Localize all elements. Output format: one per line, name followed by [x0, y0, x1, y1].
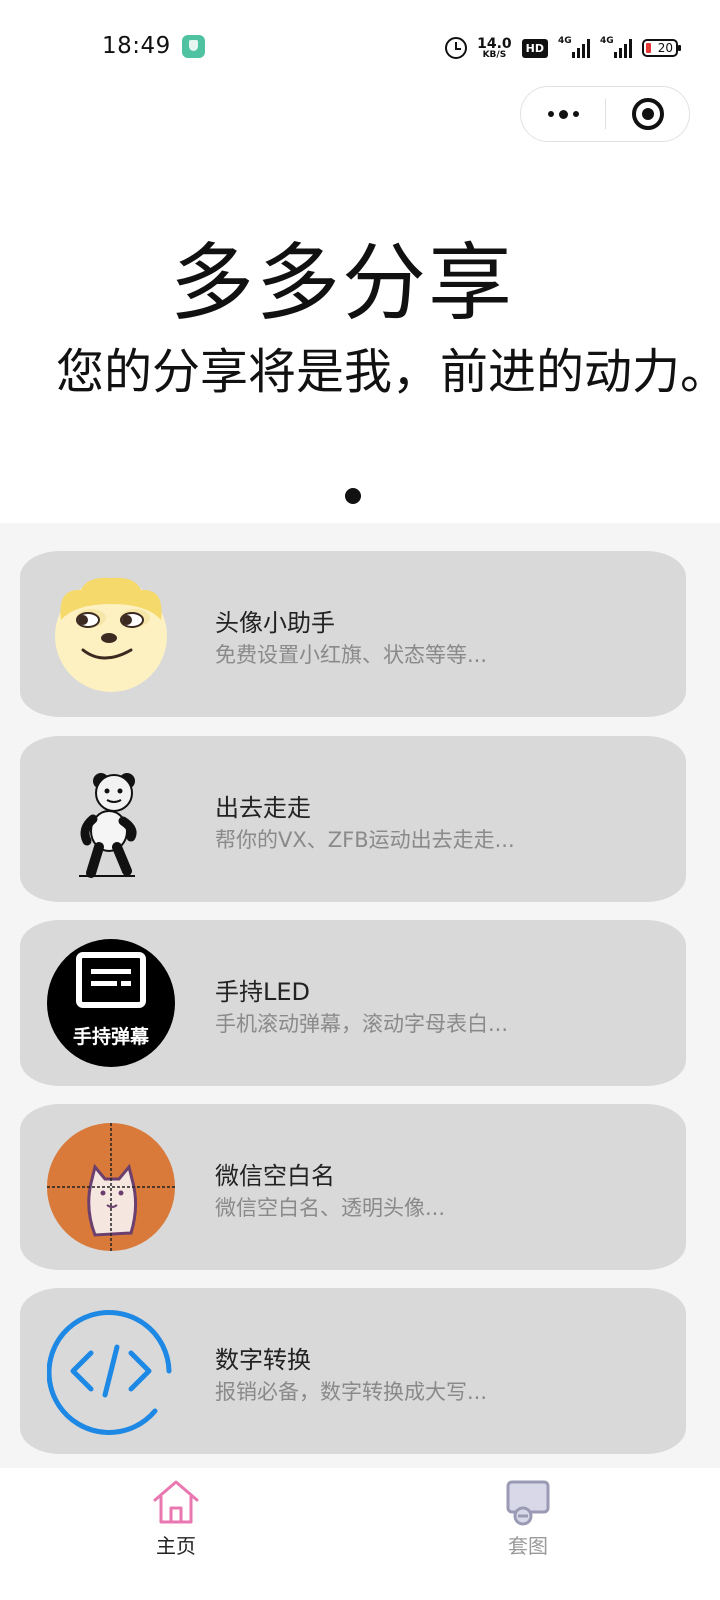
status-time: 18:49 — [102, 33, 171, 59]
led-danmaku-icon: 手持弹幕 — [47, 939, 175, 1067]
tab-gallery[interactable]: 套图 — [468, 1478, 588, 1588]
alarm-icon — [445, 37, 468, 59]
tool-desc: 报销必备，数字转换成大写... — [215, 1380, 488, 1404]
bottom-tab-bar: 主页 套图 — [0, 1468, 720, 1600]
tool-title: 数字转换 — [215, 1346, 311, 1374]
target-close-icon[interactable] — [606, 87, 689, 141]
security-shield-icon — [182, 35, 205, 58]
signal-tag: 4G — [600, 36, 614, 46]
hd-voice-badge: HD — [521, 38, 548, 58]
signal-icon: 4G — [600, 36, 632, 58]
tool-card-blank-name[interactable]: 微信空白名 微信空白名、透明头像... — [20, 1104, 686, 1270]
more-dots-icon[interactable] — [521, 87, 605, 141]
tool-card-avatar-helper[interactable]: 头像小助手 免费设置小红旗、状态等等... — [20, 551, 686, 717]
code-brackets-icon — [47, 1310, 172, 1435]
banner-title: 多多分享 — [170, 234, 515, 332]
tool-desc: 帮你的VX、ZFB运动出去走走... — [215, 828, 515, 852]
home-icon — [153, 1480, 199, 1524]
tool-card-handheld-led[interactable]: 手持弹幕 手持LED 手机滚动弹幕，滚动字母表白... — [20, 920, 686, 1086]
battery-icon: 20 — [642, 39, 681, 57]
led-icon-label: 手持弹幕 — [73, 1025, 150, 1048]
network-speed-value: 14.0 — [477, 35, 512, 52]
doge-avatar-icon — [55, 577, 167, 692]
panda-walking-icon — [79, 773, 137, 878]
battery-level: 20 — [657, 41, 673, 55]
banner-swiper[interactable]: 多多分享 您的分享将是我，前进的动力。 — [0, 150, 720, 523]
tool-desc: 微信空白名、透明头像... — [215, 1196, 446, 1220]
tool-desc: 手机滚动弹幕，滚动字母表白... — [215, 1012, 509, 1036]
tool-title: 手持LED — [215, 978, 311, 1006]
network-speed: 14.0 KB/S — [477, 37, 512, 60]
swiper-indicator-dot[interactable] — [345, 488, 361, 504]
app-screen: 18:49 14.0 KB/S HD 4G 4G 20 多多分享 您的分享将是我… — [0, 0, 720, 1600]
tab-home[interactable]: 主页 — [116, 1478, 236, 1588]
banner-subtitle: 您的分享将是我，前进的动力。 — [56, 344, 720, 400]
miniprogram-capsule — [520, 86, 690, 142]
tool-title: 微信空白名 — [215, 1162, 335, 1190]
tool-list: 头像小助手 免费设置小红旗、状态等等... 出去走走 帮你的VX、ZFB运动出去… — [0, 523, 720, 1468]
tab-label: 主页 — [156, 1534, 196, 1558]
network-speed-unit: KB/S — [482, 49, 507, 60]
gallery-icon — [506, 1480, 550, 1526]
tool-title: 头像小助手 — [215, 609, 335, 637]
tab-label: 套图 — [508, 1534, 548, 1558]
tool-card-number-convert[interactable]: 数字转换 报销必备，数字转换成大写... — [20, 1288, 686, 1454]
status-bar: 18:49 14.0 KB/S HD 4G 4G 20 — [0, 0, 720, 90]
status-indicators: 14.0 KB/S HD 4G 4G 20 — [445, 33, 681, 63]
tool-desc: 免费设置小红旗、状态等等... — [215, 643, 488, 667]
tool-card-go-walk[interactable]: 出去走走 帮你的VX、ZFB运动出去走走... — [20, 736, 686, 902]
signal-icon: 4G — [558, 36, 590, 58]
signal-tag: 4G — [558, 36, 572, 46]
crosshair-cat-icon — [47, 1123, 175, 1251]
tool-title: 出去走走 — [215, 794, 311, 822]
